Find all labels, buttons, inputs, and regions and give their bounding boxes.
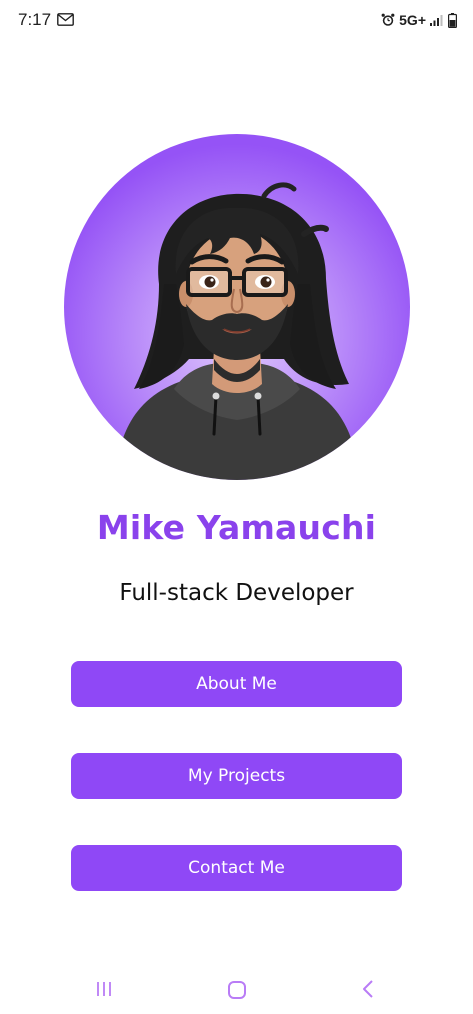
home-icon[interactable] bbox=[226, 979, 248, 1001]
status-bar: 7:17 5G+ bbox=[0, 0, 473, 40]
my-projects-button[interactable]: My Projects bbox=[71, 753, 402, 799]
status-icons: 5G+ bbox=[381, 10, 457, 30]
status-time: 7:17 bbox=[18, 10, 52, 29]
network-type: 5G+ bbox=[399, 12, 426, 28]
profile-title: Full-stack Developer bbox=[119, 580, 354, 606]
battery-icon bbox=[448, 12, 457, 28]
alarm-icon bbox=[381, 13, 395, 26]
back-icon[interactable] bbox=[360, 979, 378, 999]
signal-icon bbox=[430, 15, 443, 26]
recent-apps-icon[interactable] bbox=[94, 979, 114, 999]
profile-name: Mike Yamauchi bbox=[96, 508, 377, 547]
about-me-button[interactable]: About Me bbox=[71, 661, 402, 707]
avatar-illustration bbox=[64, 134, 410, 480]
contact-me-button[interactable]: Contact Me bbox=[71, 845, 402, 891]
gmail-icon bbox=[57, 13, 74, 26]
system-navigation-bar bbox=[0, 965, 473, 1014]
